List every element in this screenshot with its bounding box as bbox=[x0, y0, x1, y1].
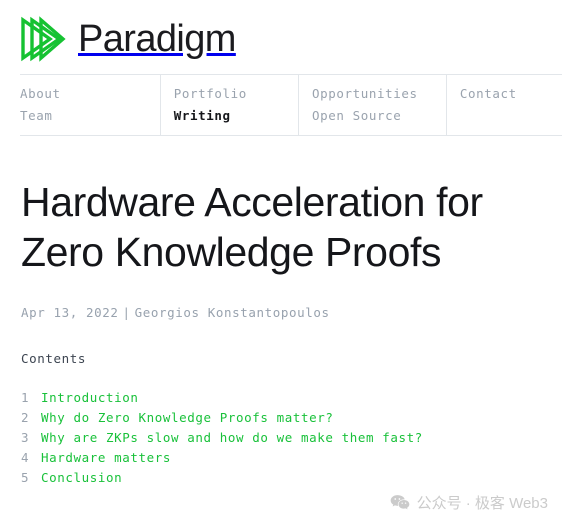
toc-link-why-zkps-matter[interactable]: Why do Zero Knowledge Proofs matter? bbox=[41, 410, 334, 425]
article-author: Georgios Konstantopoulos bbox=[134, 305, 330, 320]
nav-item-opportunities[interactable]: Opportunities bbox=[312, 83, 446, 105]
contents-heading: Contents bbox=[21, 351, 87, 366]
list-item: 5 Conclusion bbox=[21, 470, 542, 490]
list-item: 2 Why do Zero Knowledge Proofs matter? bbox=[21, 410, 542, 430]
toc-link-introduction[interactable]: Introduction bbox=[41, 390, 139, 405]
toc-number: 3 bbox=[21, 430, 30, 445]
table-of-contents: 1 Introduction 2 Why do Zero Knowledge P… bbox=[21, 390, 542, 490]
brand-logo-link[interactable]: Paradigm bbox=[20, 10, 542, 68]
toc-link-why-zkps-slow[interactable]: Why are ZKPs slow and how do we make the… bbox=[41, 430, 423, 445]
nav-item-open-source[interactable]: Open Source bbox=[312, 105, 446, 127]
nav-columns: About Team Portfolio Writing Opportuniti… bbox=[20, 75, 562, 135]
wechat-watermark: 公众号 · 极客 Web3 bbox=[390, 492, 548, 513]
nav-item-portfolio[interactable]: Portfolio bbox=[174, 83, 298, 105]
article-byline: Apr 13, 2022 | Georgios Konstantopoulos bbox=[21, 305, 542, 320]
article-main: Hardware Acceleration for Zero Knowledge… bbox=[0, 177, 562, 490]
paradigm-prism-logo-icon bbox=[21, 16, 66, 62]
brand-name: Paradigm bbox=[78, 18, 236, 60]
toc-number: 1 bbox=[21, 390, 30, 405]
nav-item-team[interactable]: Team bbox=[20, 105, 160, 127]
nav-item-writing[interactable]: Writing bbox=[174, 105, 298, 127]
nav-column-opportunities: Opportunities Open Source bbox=[297, 75, 446, 135]
nav-column-contact: Contact bbox=[445, 75, 562, 135]
toc-number: 5 bbox=[21, 470, 30, 485]
page-title: Hardware Acceleration for Zero Knowledge… bbox=[21, 179, 483, 275]
toc-link-hardware-matters[interactable]: Hardware matters bbox=[41, 450, 171, 465]
toc-number: 4 bbox=[21, 450, 30, 465]
nav-column-portfolio: Portfolio Writing bbox=[159, 75, 298, 135]
article-date: Apr 13, 2022 bbox=[21, 305, 119, 320]
wechat-icon bbox=[390, 495, 409, 510]
site-header: Paradigm bbox=[0, 0, 562, 68]
primary-navigation: About Team Portfolio Writing Opportuniti… bbox=[20, 74, 562, 136]
list-item: 1 Introduction bbox=[21, 390, 542, 410]
nav-item-contact[interactable]: Contact bbox=[460, 83, 562, 105]
byline-separator: | bbox=[122, 305, 131, 320]
list-item: 4 Hardware matters bbox=[21, 450, 542, 470]
list-item: 3 Why are ZKPs slow and how do we make t… bbox=[21, 430, 542, 450]
watermark-text: 公众号 · 极客 Web3 bbox=[416, 495, 548, 512]
toc-number: 2 bbox=[21, 410, 30, 425]
nav-column-about: About Team bbox=[20, 75, 160, 135]
toc-link-conclusion[interactable]: Conclusion bbox=[41, 470, 122, 485]
nav-item-about[interactable]: About bbox=[20, 83, 160, 105]
